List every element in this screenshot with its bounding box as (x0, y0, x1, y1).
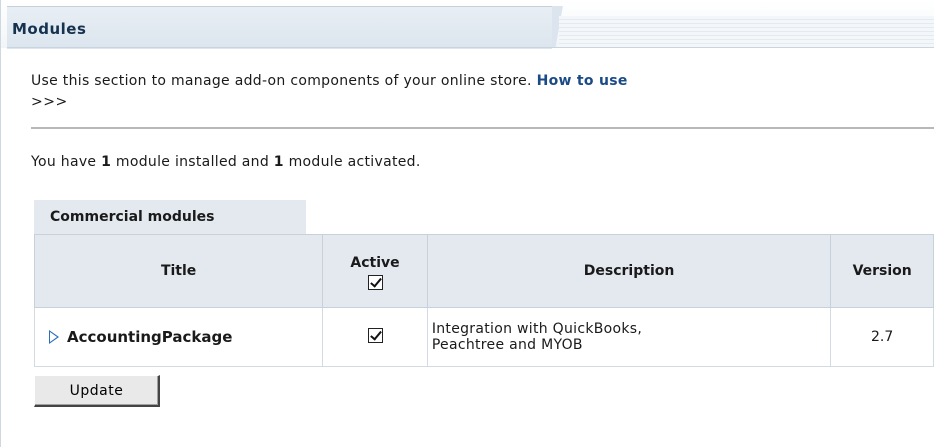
table-row: AccountingPackage Integration with Quick… (33, 307, 934, 367)
modules-page: Modules Use this section to manage add-o… (0, 0, 934, 447)
module-active-checkbox[interactable] (367, 327, 383, 343)
module-title[interactable]: AccountingPackage (67, 328, 232, 346)
expand-arrow-icon[interactable] (49, 330, 59, 344)
column-header-version: Version (830, 234, 934, 308)
active-header-label: Active (350, 254, 400, 271)
modules-summary: You have 1 module installed and 1 module… (31, 154, 421, 170)
commercial-modules-tab: Commercial modules (34, 200, 306, 234)
installed-count: 1 (101, 154, 112, 170)
column-header-active: Active (322, 234, 428, 308)
page-header: Modules (1, 0, 934, 49)
header-divider (7, 47, 934, 48)
intro-more-arrows[interactable]: >>> (31, 94, 68, 110)
intro-text: Use this section to manage add-on compon… (31, 73, 934, 89)
summary-suffix: module activated. (288, 154, 421, 170)
table-header-row: Title Active Description Version (33, 234, 934, 308)
module-description-line1: Integration with QuickBooks, (431, 321, 643, 337)
how-to-use-link[interactable]: How to use (537, 73, 628, 89)
summary-prefix: You have (31, 154, 97, 170)
intro-description: Use this section to manage add-on compon… (31, 73, 532, 89)
activated-count: 1 (273, 154, 284, 170)
modules-table: Title Active Description Version Account… (33, 234, 934, 367)
select-all-active-checkbox[interactable] (367, 274, 383, 290)
update-button[interactable]: Update (34, 375, 160, 407)
module-version-cell: 2.7 (830, 307, 934, 367)
header-stripes (559, 16, 934, 48)
module-description-line2: Peachtree and MYOB (431, 337, 583, 353)
summary-middle: module installed and (115, 154, 270, 170)
page-title: Modules (12, 20, 87, 38)
module-description-cell: Integration with QuickBooks, Peachtree a… (426, 307, 832, 367)
header-tab (7, 6, 566, 49)
column-header-description: Description (426, 234, 832, 308)
horizontal-rule (31, 127, 934, 129)
column-header-title: Title (33, 234, 324, 308)
module-title-cell: AccountingPackage (33, 307, 324, 367)
module-active-cell (322, 307, 428, 367)
